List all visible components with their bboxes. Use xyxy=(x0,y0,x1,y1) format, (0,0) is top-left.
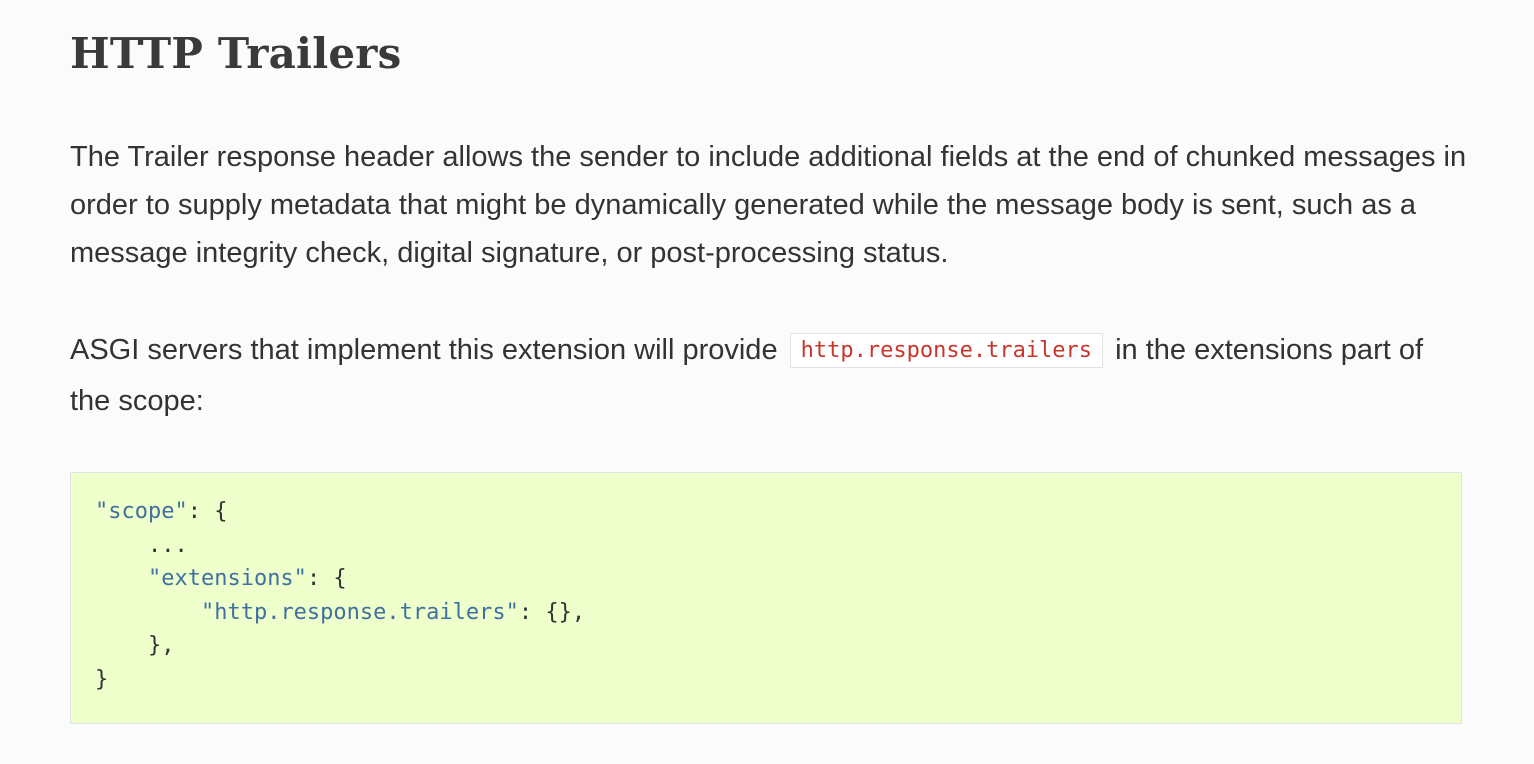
extension-paragraph: ASGI servers that implement this extensi… xyxy=(70,325,1470,426)
paragraph-text-before: ASGI servers that implement this extensi… xyxy=(70,334,778,366)
code-string-scope: "scope" xyxy=(95,499,188,524)
code-listing: "scope": { ... "extensions": { "http.res… xyxy=(95,495,1437,696)
intro-paragraph: The Trailer response header allows the s… xyxy=(70,141,1467,269)
code-closing-brace: } xyxy=(95,666,109,692)
code-block: "scope": { ... "extensions": { "http.res… xyxy=(70,472,1462,724)
code-closing-brace: }, xyxy=(95,633,175,658)
code-punctuation: : { xyxy=(187,499,228,524)
section-heading: HTTP Trailers xyxy=(70,29,402,78)
code-punctuation: : { xyxy=(306,566,347,591)
inline-code-trailers: http.response.trailers xyxy=(789,333,1104,368)
code-punctuation: : {}, xyxy=(518,599,586,625)
code-string-extensions: "extensions" xyxy=(147,566,307,591)
code-ellipsis: ... xyxy=(95,532,188,558)
code-string-trailers: "http.response.trailers" xyxy=(200,599,519,625)
document-page: HTTP Trailers The Trailer response heade… xyxy=(0,0,1534,764)
